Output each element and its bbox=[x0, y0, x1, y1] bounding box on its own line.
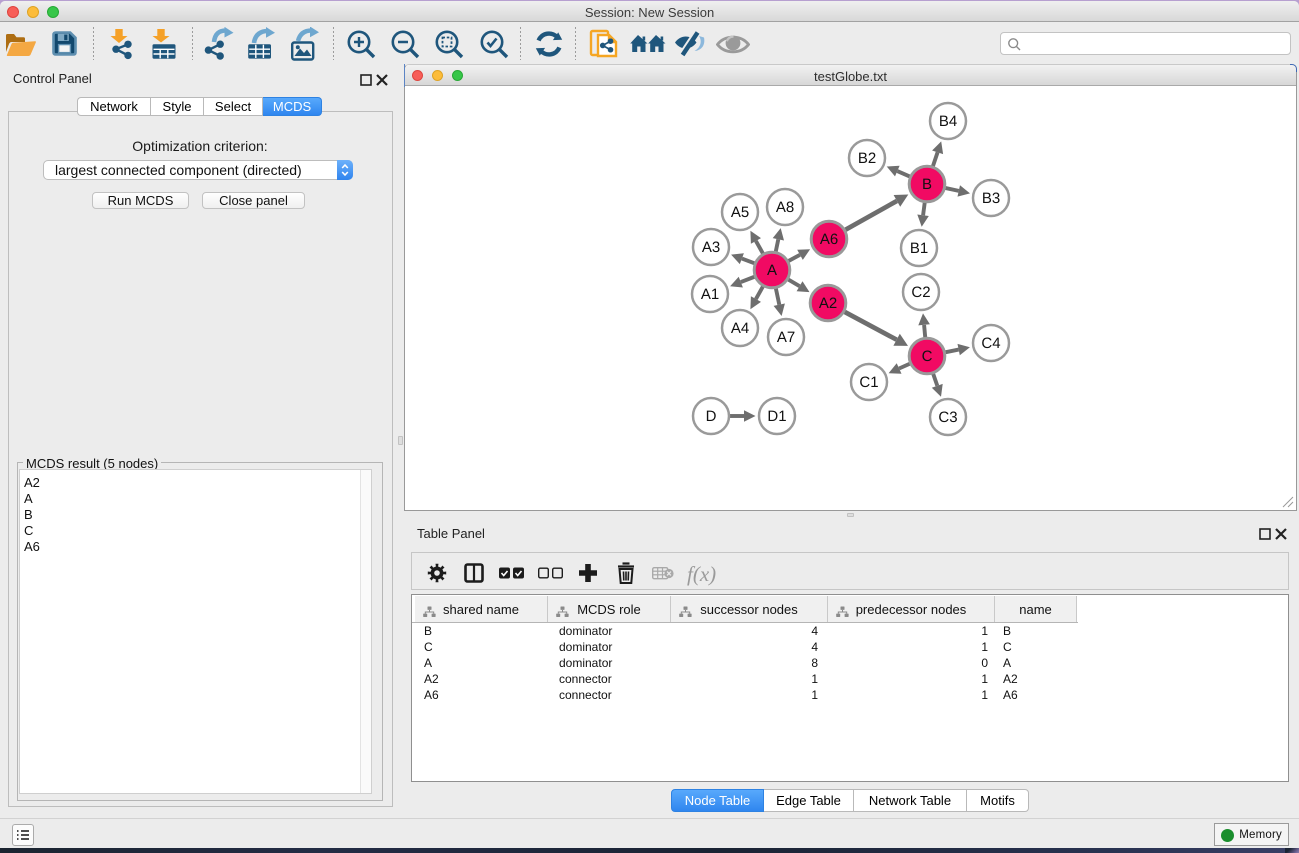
svg-text:C: C bbox=[922, 348, 933, 365]
svg-text:A6: A6 bbox=[820, 231, 838, 248]
svg-text:C2: C2 bbox=[911, 284, 930, 301]
svg-text:A5: A5 bbox=[731, 204, 749, 221]
svg-text:B4: B4 bbox=[939, 113, 957, 130]
svg-text:D: D bbox=[706, 408, 717, 425]
svg-text:A4: A4 bbox=[731, 320, 749, 337]
svg-text:C1: C1 bbox=[859, 374, 878, 391]
svg-text:B1: B1 bbox=[910, 240, 928, 257]
svg-text:A: A bbox=[767, 262, 777, 279]
svg-text:B: B bbox=[922, 176, 932, 193]
svg-text:B3: B3 bbox=[982, 190, 1000, 207]
svg-text:D1: D1 bbox=[767, 408, 786, 425]
svg-text:A2: A2 bbox=[819, 295, 837, 312]
svg-text:A3: A3 bbox=[702, 239, 720, 256]
svg-text:A1: A1 bbox=[701, 286, 719, 303]
svg-text:A8: A8 bbox=[776, 199, 794, 216]
svg-text:A7: A7 bbox=[777, 329, 795, 346]
svg-text:C4: C4 bbox=[981, 335, 1000, 352]
svg-text:B2: B2 bbox=[858, 150, 876, 167]
svg-text:C3: C3 bbox=[938, 409, 957, 426]
